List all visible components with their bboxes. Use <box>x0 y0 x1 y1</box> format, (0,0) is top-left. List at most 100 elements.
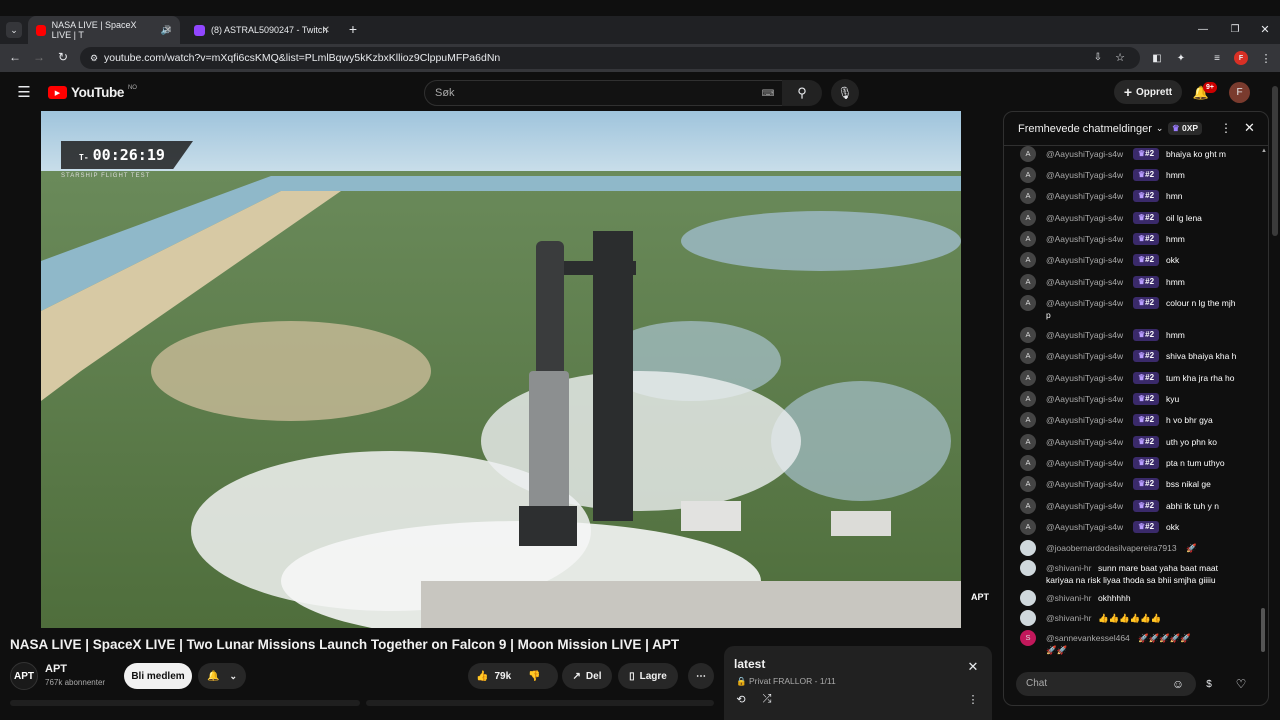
create-button[interactable]: + Opprett <box>1114 80 1182 104</box>
chat-author-name[interactable]: @AayushiTyagi-s4w <box>1046 393 1123 405</box>
extension-icon[interactable]: ◧ <box>1150 51 1164 65</box>
new-tab-icon[interactable]: + <box>344 20 362 38</box>
like-button[interactable]: 👍 79k 👎 <box>468 663 558 689</box>
super-chat-icon[interactable]: $ <box>1201 676 1217 692</box>
chat-author-name[interactable]: @shivani-hr <box>1046 612 1091 624</box>
description-preview[interactable] <box>10 700 360 706</box>
chat-author-avatar[interactable]: A <box>1020 476 1036 492</box>
scroll-up-icon[interactable]: ▲ <box>1261 148 1267 154</box>
browser-tab-youtube[interactable]: NASA LIVE | SpaceX LIVE | T 🔊 ✕ <box>28 16 180 44</box>
chat-author-avatar[interactable]: A <box>1020 252 1036 268</box>
chat-author-avatar[interactable]: A <box>1020 274 1036 290</box>
chat-author-name[interactable]: @AayushiTyagi-s4w <box>1046 500 1123 512</box>
chat-author-name[interactable]: @AayushiTyagi-s4w <box>1046 148 1123 160</box>
chat-author-avatar[interactable]: A <box>1020 210 1036 226</box>
playlist-title[interactable]: latest <box>734 657 765 671</box>
shuffle-icon[interactable]: ⤮ <box>760 692 774 706</box>
more-actions-button[interactable]: ⋯ <box>688 663 714 689</box>
close-tab-icon[interactable]: ✕ <box>322 25 330 36</box>
scroll-thumb[interactable] <box>1261 608 1265 652</box>
profile-avatar[interactable]: F <box>1234 51 1248 65</box>
chat-author-avatar[interactable]: A <box>1020 498 1036 514</box>
xp-badge[interactable]: ♛ 0XP <box>1168 122 1203 135</box>
chat-author-name[interactable]: @AayushiTyagi-s4w <box>1046 457 1123 469</box>
chat-author-avatar[interactable] <box>1020 610 1036 626</box>
loop-icon[interactable]: ⟲ <box>734 692 748 706</box>
channel-name[interactable]: APT <box>45 663 67 675</box>
chat-author-avatar[interactable]: A <box>1020 231 1036 247</box>
heart-icon[interactable]: ♡ <box>1233 676 1249 692</box>
chat-author-avatar[interactable]: A <box>1020 167 1036 183</box>
browser-tab-twitch[interactable]: (8) ASTRAL5090247 - Twitch ✕ <box>186 16 338 44</box>
chat-author-name[interactable]: @AayushiTyagi-s4w <box>1046 350 1123 362</box>
chat-author-avatar[interactable]: A <box>1020 412 1036 428</box>
chat-author-avatar[interactable]: A <box>1020 188 1036 204</box>
chat-author-name[interactable]: @AayushiTyagi-s4w <box>1046 521 1123 533</box>
back-icon[interactable]: ← <box>8 50 22 64</box>
chat-input[interactable]: Chat <box>1016 672 1196 696</box>
chat-author-avatar[interactable]: A <box>1020 327 1036 343</box>
chat-author-avatar[interactable]: A <box>1020 391 1036 407</box>
save-button[interactable]: ▯ Lagre <box>618 663 678 689</box>
address-bar[interactable]: ⚙ youtube.com/watch?v=mXqfi6csKMQ&list=P… <box>80 47 1140 69</box>
chat-mode-dropdown[interactable]: Fremhevede chatmeldinger <box>1018 123 1152 135</box>
chat-author-avatar[interactable]: A <box>1020 295 1036 311</box>
chat-author-name[interactable]: @sannevankessel464 <box>1046 632 1130 644</box>
search-input[interactable]: Søk ⌨ <box>424 80 784 106</box>
chat-author-name[interactable]: @AayushiTyagi-s4w <box>1046 478 1123 490</box>
chat-author-avatar[interactable]: A <box>1020 519 1036 535</box>
chat-author-name[interactable]: @AayushiTyagi-s4w <box>1046 212 1123 224</box>
chat-author-avatar[interactable]: A <box>1020 455 1036 471</box>
channel-avatar[interactable]: APT <box>10 662 38 690</box>
menu-kebab-icon[interactable]: ⋮ <box>1260 51 1272 65</box>
chat-author-avatar[interactable] <box>1020 560 1036 576</box>
chat-author-name[interactable]: @AayushiTyagi-s4w <box>1046 436 1123 448</box>
bookmark-star-icon[interactable]: ☆ <box>1114 52 1126 64</box>
chevron-down-icon[interactable]: ⌄ <box>1156 123 1164 134</box>
reload-icon[interactable]: ↻ <box>56 50 70 64</box>
chat-author-avatar[interactable]: A <box>1020 348 1036 364</box>
tab-search-icon[interactable]: ⌄ <box>6 22 22 38</box>
youtube-logo[interactable]: ▶ YouTube NO <box>48 85 137 100</box>
chat-author-name[interactable]: @AayushiTyagi-s4w <box>1046 329 1123 341</box>
share-button[interactable]: ↗ Del <box>562 663 612 689</box>
subscribe-notifications-button[interactable]: 🔔 ⌄ <box>198 663 246 689</box>
install-icon[interactable]: ⇩ <box>1092 52 1104 64</box>
chat-author-name[interactable]: @AayushiTyagi-s4w <box>1046 254 1123 266</box>
account-avatar[interactable]: F <box>1229 82 1250 103</box>
keyboard-icon[interactable]: ⌨ <box>761 88 775 98</box>
thumbs-down-icon[interactable]: 👎 <box>528 671 540 682</box>
minimize-icon[interactable]: — <box>1196 22 1210 36</box>
chat-menu-icon[interactable]: ⋮ <box>1220 121 1232 135</box>
chat-author-name[interactable]: @AayushiTyagi-s4w <box>1046 169 1123 181</box>
chat-author-name[interactable]: @AayushiTyagi-s4w <box>1046 372 1123 384</box>
chat-author-avatar[interactable] <box>1020 540 1036 556</box>
close-window-icon[interactable]: ✕ <box>1258 22 1272 36</box>
chat-author-name[interactable]: @joaobernardodasilvapereira7913 <box>1046 542 1177 554</box>
extensions-puzzle-icon[interactable]: ✦ <box>1174 51 1188 65</box>
join-button[interactable]: Bli medlem <box>124 663 192 689</box>
chat-author-name[interactable]: @AayushiTyagi-s4w <box>1046 233 1123 245</box>
restore-icon[interactable]: ❐ <box>1228 22 1242 36</box>
chat-author-name[interactable]: @AayushiTyagi-s4w <box>1046 297 1123 309</box>
emoji-icon[interactable]: ☺ <box>1170 676 1186 692</box>
channel-watermark[interactable]: APT <box>966 592 994 608</box>
close-chat-icon[interactable]: ✕ <box>1244 120 1255 136</box>
media-controls-icon[interactable]: ≡ <box>1210 51 1224 65</box>
chat-author-name[interactable]: @AayushiTyagi-s4w <box>1046 276 1123 288</box>
chat-author-avatar[interactable]: A <box>1020 370 1036 386</box>
description-preview[interactable] <box>366 700 714 706</box>
playlist-menu-icon[interactable]: ⋮ <box>966 692 980 706</box>
chat-author-name[interactable]: @AayushiTyagi-s4w <box>1046 414 1123 426</box>
hamburger-menu-icon[interactable]: ☰ <box>16 84 32 101</box>
chat-author-avatar[interactable]: A <box>1020 146 1036 162</box>
close-tab-icon[interactable]: ✕ <box>164 25 172 36</box>
forward-icon[interactable]: → <box>32 50 46 64</box>
chat-author-avatar[interactable]: A <box>1020 434 1036 450</box>
chat-author-name[interactable]: @shivani-hr <box>1046 562 1091 574</box>
chat-author-name[interactable]: @shivani-hr <box>1046 592 1091 604</box>
close-playlist-icon[interactable]: ✕ <box>966 659 980 674</box>
chat-author-avatar[interactable] <box>1020 590 1036 606</box>
voice-search-button[interactable]: 🎙 <box>831 79 859 107</box>
chat-author-name[interactable]: @AayushiTyagi-s4w <box>1046 190 1123 202</box>
